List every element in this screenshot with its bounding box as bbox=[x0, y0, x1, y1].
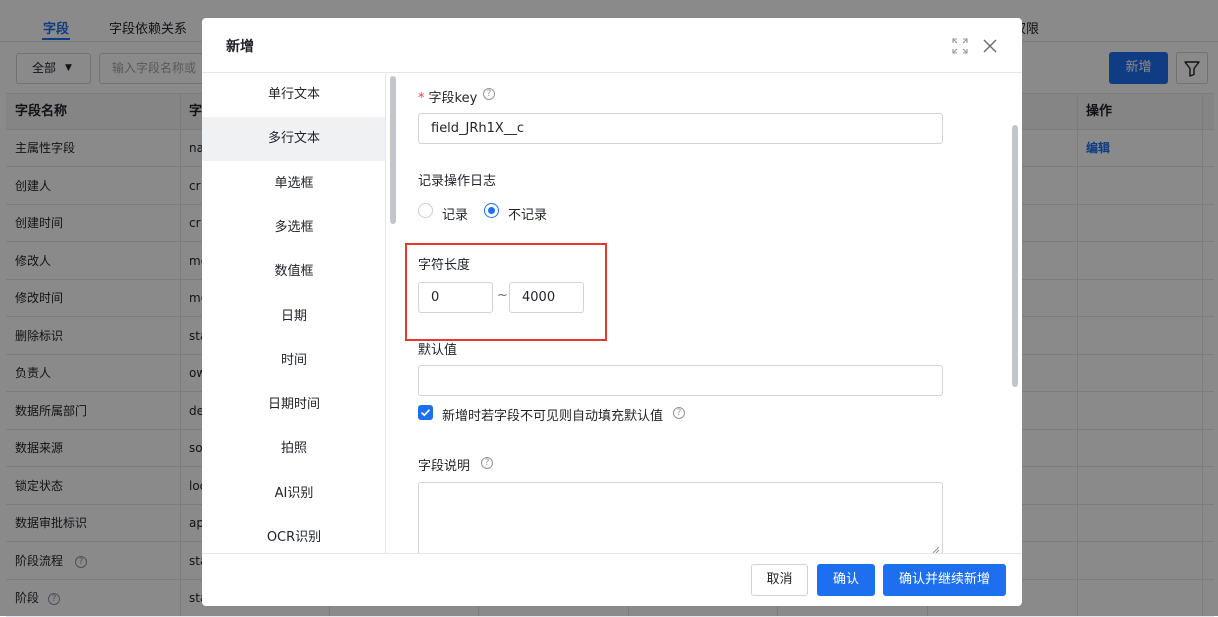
field-type-ai-recognition[interactable]: AI识别 bbox=[202, 472, 385, 516]
log-radio-no-record[interactable] bbox=[484, 203, 499, 218]
field-management-page: 字段 字段依赖关系 权限 全部 ▼ 输入字段名称或 新增 字段名称 字 操作 主… bbox=[0, 0, 1218, 617]
field-key-label-text: 字段key bbox=[428, 91, 478, 106]
field-type-checkbox[interactable]: 多选框 bbox=[202, 206, 385, 250]
help-icon[interactable]: ? bbox=[673, 407, 685, 419]
default-value-input[interactable] bbox=[418, 365, 943, 396]
field-description-textarea[interactable] bbox=[418, 482, 943, 553]
fullscreen-icon[interactable] bbox=[952, 38, 968, 54]
field-key-label: * 字段key bbox=[418, 87, 477, 106]
confirm-and-add-another-button[interactable]: 确认并继续新增 bbox=[883, 564, 1006, 596]
log-option-record-label[interactable]: 记录 bbox=[442, 204, 468, 223]
dialog-title: 新增 bbox=[226, 39, 254, 55]
resize-handle-icon[interactable] bbox=[932, 546, 940, 553]
footer-divider bbox=[202, 553, 1022, 554]
field-type-ocr-recognition[interactable]: OCR识别 bbox=[202, 516, 385, 553]
field-type-list: 单行文本 多行文本 单选框 多选框 数值框 日期 时间 日期时间 拍照 AI识别… bbox=[202, 73, 386, 553]
new-field-dialog: 新增 单行文本 多行文本 单选框 多选框 数值框 日期 时间 日期时间 拍照 A… bbox=[202, 18, 1022, 606]
close-icon[interactable] bbox=[981, 37, 999, 55]
field-type-photo[interactable]: 拍照 bbox=[202, 427, 385, 471]
check-icon bbox=[420, 409, 431, 417]
confirm-button[interactable]: 确认 bbox=[817, 564, 875, 596]
field-key-input[interactable]: field_JRh1X__c bbox=[418, 113, 943, 144]
field-type-time[interactable]: 时间 bbox=[202, 339, 385, 383]
field-type-datetime[interactable]: 日期时间 bbox=[202, 383, 385, 427]
required-mark: * bbox=[418, 91, 425, 106]
field-type-date[interactable]: 日期 bbox=[202, 295, 385, 339]
help-icon[interactable]: ? bbox=[483, 88, 495, 100]
cancel-button[interactable]: 取消 bbox=[751, 564, 808, 596]
highlight-box bbox=[405, 243, 607, 341]
field-type-radio[interactable]: 单选框 bbox=[202, 162, 385, 206]
field-type-single-line-text[interactable]: 单行文本 bbox=[202, 73, 385, 117]
default-value-label: 默认值 bbox=[418, 343, 458, 358]
field-type-multi-line-text[interactable]: 多行文本 bbox=[202, 117, 385, 162]
log-option-no-record-label[interactable]: 不记录 bbox=[508, 204, 547, 223]
autofill-label[interactable]: 新增时若字段不可见则自动填充默认值 bbox=[442, 405, 663, 424]
log-radio-record[interactable] bbox=[418, 203, 433, 218]
autofill-checkbox[interactable] bbox=[418, 405, 433, 420]
field-type-list-scrollbar[interactable] bbox=[390, 76, 396, 224]
field-type-number[interactable]: 数值框 bbox=[202, 250, 385, 294]
field-description-label: 字段说明 bbox=[418, 459, 471, 474]
operation-log-label: 记录操作日志 bbox=[418, 174, 497, 189]
form-scrollbar[interactable] bbox=[1012, 125, 1018, 387]
help-icon[interactable]: ? bbox=[481, 457, 493, 469]
